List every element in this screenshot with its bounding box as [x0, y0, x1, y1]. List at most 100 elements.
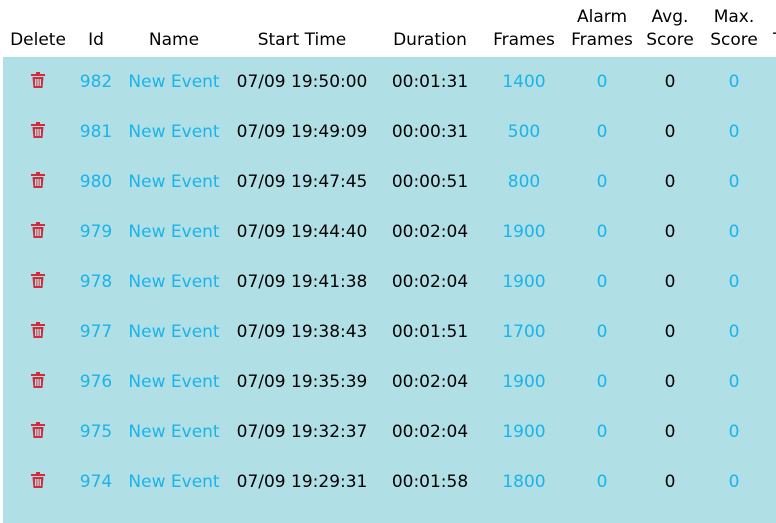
- event-frames-link[interactable]: 800: [485, 157, 563, 207]
- event-alarm-frames-link[interactable]: 0: [563, 157, 641, 207]
- event-alarm-frames-link[interactable]: 0: [563, 357, 641, 407]
- event-name-link[interactable]: New Event: [119, 457, 229, 507]
- event-avg-score: 0: [664, 372, 676, 392]
- event-start-time: 07/09 19:41:38: [236, 272, 368, 292]
- event-alarm-frames-link[interactable]: 0: [563, 407, 641, 457]
- event-duration: 00:02:04: [391, 222, 469, 242]
- event-extra-cell: [769, 207, 776, 257]
- event-extra-cell: [769, 257, 776, 307]
- trash-icon[interactable]: [31, 221, 45, 238]
- col-header-avg-score[interactable]: Avg. Score: [641, 0, 699, 57]
- table-row: 974 New Event 07/09 19:29:31 00:01:58 1800 0 0…: [3, 457, 776, 507]
- event-start-time: 07/09 19:35:39: [236, 372, 368, 392]
- event-frames-link[interactable]: 1900: [485, 207, 563, 257]
- col-header-name[interactable]: Name: [119, 0, 229, 57]
- trash-icon[interactable]: [31, 121, 45, 138]
- event-max-score-link[interactable]: 0: [699, 357, 769, 407]
- trash-icon[interactable]: [31, 421, 45, 438]
- event-frames-link[interactable]: 1900: [485, 257, 563, 307]
- event-start-time: 07/09 19:49:09: [236, 122, 368, 142]
- event-id-link[interactable]: 982: [73, 57, 119, 107]
- event-duration: 00:01:31: [391, 72, 469, 92]
- event-name-link[interactable]: New Event: [119, 307, 229, 357]
- event-extra-cell: [769, 457, 776, 507]
- event-frames-link[interactable]: 1700: [485, 307, 563, 357]
- col-header-frames[interactable]: Frames: [485, 0, 563, 57]
- event-name-link[interactable]: New Event: [119, 257, 229, 307]
- event-max-score-link[interactable]: 0: [699, 107, 769, 157]
- event-max-score-link[interactable]: 0: [699, 257, 769, 307]
- event-id-link[interactable]: 980: [73, 157, 119, 207]
- event-frames-link[interactable]: 1900: [485, 357, 563, 407]
- event-duration: 00:02:04: [391, 272, 469, 292]
- table-row: 982 New Event 07/09 19:50:00 00:01:31 1400 0 0…: [3, 57, 776, 107]
- trash-icon[interactable]: [31, 171, 45, 188]
- col-header-duration[interactable]: Duration: [375, 0, 485, 57]
- col-header-start-time[interactable]: Start Time: [229, 0, 375, 57]
- event-extra-cell: [769, 307, 776, 357]
- events-table-body: 982 New Event 07/09 19:50:00 00:01:31 1400 0 0…: [3, 57, 776, 523]
- event-avg-score: 0: [664, 422, 676, 442]
- event-id-link[interactable]: 976: [73, 357, 119, 407]
- event-alarm-frames-link[interactable]: 0: [563, 257, 641, 307]
- trash-icon[interactable]: [31, 471, 45, 488]
- col-header-id[interactable]: Id: [73, 0, 119, 57]
- event-max-score-link[interactable]: 0: [699, 307, 769, 357]
- event-max-score-link[interactable]: 0: [699, 207, 769, 257]
- event-id-link[interactable]: 981: [73, 107, 119, 157]
- event-duration: 00:01:58: [391, 472, 469, 492]
- event-max-score-link[interactable]: 0: [699, 57, 769, 107]
- events-table-container: Delete Id Name Start Time Duration Frame…: [0, 0, 776, 523]
- delete-cell: [3, 157, 73, 207]
- trash-icon[interactable]: [31, 271, 45, 288]
- delete-cell: [3, 207, 73, 257]
- event-name-link[interactable]: New Event: [119, 407, 229, 457]
- delete-cell: [3, 407, 73, 457]
- col-header-truncated[interactable]: T: [769, 0, 776, 57]
- event-alarm-frames-link[interactable]: 0: [563, 107, 641, 157]
- table-row: 975 New Event 07/09 19:32:37 00:02:04 1900 0 0…: [3, 407, 776, 457]
- event-frames-link[interactable]: 1900: [485, 407, 563, 457]
- table-row: 977 New Event 07/09 19:38:43 00:01:51 1700 0 0…: [3, 307, 776, 357]
- col-header-alarm-frames[interactable]: Alarm Frames: [563, 0, 641, 57]
- trash-icon[interactable]: [31, 321, 45, 338]
- event-name-link[interactable]: New Event: [119, 357, 229, 407]
- event-frames-link[interactable]: 1400: [485, 57, 563, 107]
- event-frames-link[interactable]: 1800: [485, 457, 563, 507]
- event-frames-link[interactable]: 500: [485, 107, 563, 157]
- event-alarm-frames-link[interactable]: 0: [563, 307, 641, 357]
- event-avg-score: 0: [664, 472, 676, 492]
- event-alarm-frames-link[interactable]: 0: [563, 57, 641, 107]
- trash-icon[interactable]: [31, 71, 45, 88]
- table-spacer-row: [3, 507, 776, 523]
- delete-cell: [3, 457, 73, 507]
- event-alarm-frames-link[interactable]: 0: [563, 207, 641, 257]
- event-start-time: 07/09 19:38:43: [236, 322, 368, 342]
- delete-cell: [3, 57, 73, 107]
- event-extra-cell: [769, 107, 776, 157]
- col-header-max-score[interactable]: Max. Score: [699, 0, 769, 57]
- event-name-link[interactable]: New Event: [119, 207, 229, 257]
- event-extra-cell: [769, 357, 776, 407]
- event-id-link[interactable]: 975: [73, 407, 119, 457]
- trash-icon[interactable]: [31, 371, 45, 388]
- event-alarm-frames-link[interactable]: 0: [563, 457, 641, 507]
- event-name-link[interactable]: New Event: [119, 57, 229, 107]
- event-id-link[interactable]: 979: [73, 207, 119, 257]
- event-id-link[interactable]: 974: [73, 457, 119, 507]
- event-extra-cell: [769, 57, 776, 107]
- event-max-score-link[interactable]: 0: [699, 457, 769, 507]
- event-name-link[interactable]: New Event: [119, 107, 229, 157]
- event-avg-score: 0: [664, 72, 676, 92]
- event-extra-cell: [769, 157, 776, 207]
- event-max-score-link[interactable]: 0: [699, 157, 769, 207]
- event-extra-cell: [769, 407, 776, 457]
- table-row: 976 New Event 07/09 19:35:39 00:02:04 1900 0 0…: [3, 357, 776, 407]
- delete-cell: [3, 307, 73, 357]
- event-avg-score: 0: [664, 322, 676, 342]
- event-max-score-link[interactable]: 0: [699, 407, 769, 457]
- event-id-link[interactable]: 978: [73, 257, 119, 307]
- table-row: 981 New Event 07/09 19:49:09 00:00:31 500 0 0 0: [3, 107, 776, 157]
- event-name-link[interactable]: New Event: [119, 157, 229, 207]
- event-id-link[interactable]: 977: [73, 307, 119, 357]
